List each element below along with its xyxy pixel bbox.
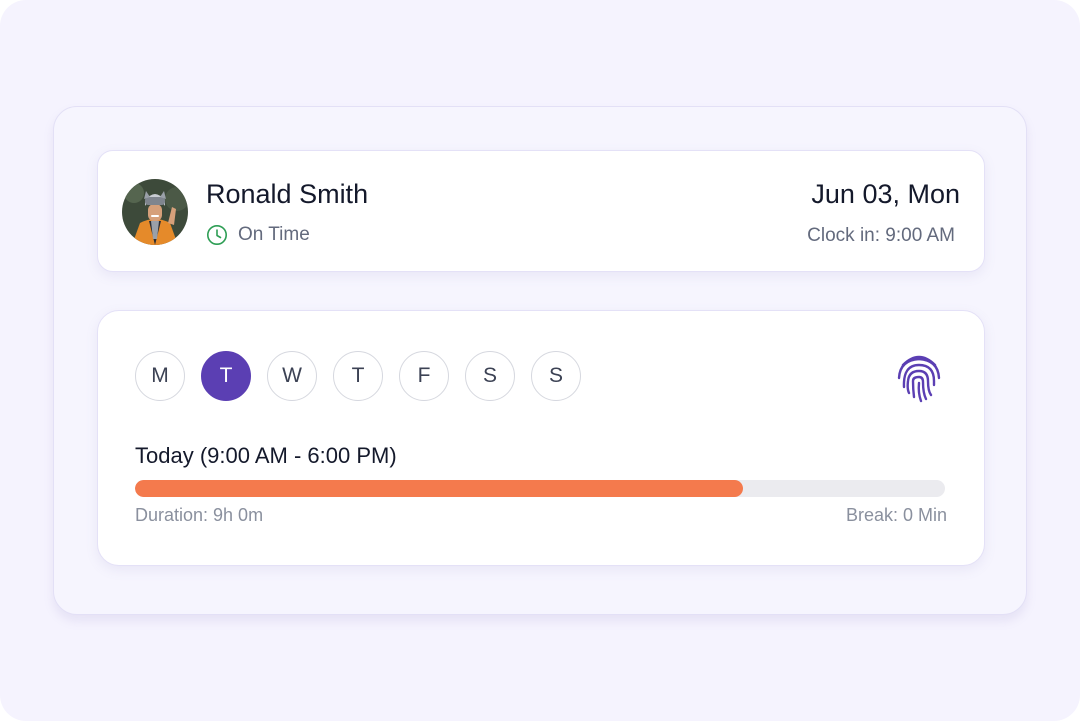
shift-progress-bar — [135, 480, 945, 497]
day-thursday[interactable]: T — [333, 351, 383, 401]
day-tuesday[interactable]: T — [201, 351, 251, 401]
schedule-card: M T W T F S S Today (9:00 AM - 6:00 PM) … — [97, 310, 985, 566]
avatar — [122, 179, 188, 245]
day-monday[interactable]: M — [135, 351, 185, 401]
status-row: On Time — [206, 224, 310, 246]
clock-icon — [206, 224, 228, 246]
shift-progress-fill — [135, 480, 743, 497]
day-friday[interactable]: F — [399, 351, 449, 401]
day-saturday[interactable]: S — [465, 351, 515, 401]
fingerprint-icon[interactable] — [893, 351, 945, 403]
break-label: Break: 0 Min — [845, 505, 947, 525]
clock-in-time: Clock in: 9:00 AM — [807, 225, 955, 246]
weekday-selector: M T W T F S S — [135, 351, 597, 401]
today-shift-label: Today (9:00 AM - 6:00 PM) — [135, 443, 397, 468]
day-wednesday[interactable]: W — [267, 351, 317, 401]
day-sunday[interactable]: S — [531, 351, 581, 401]
user-name: Ronald Smith — [206, 179, 369, 209]
current-date: Jun 03, Mon — [811, 179, 960, 209]
profile-card: Ronald Smith On Time Jun 03, Mon Clock i… — [97, 150, 985, 272]
status-label: On Time — [238, 224, 310, 245]
duration-label: Duration: 9h 0m — [135, 505, 264, 525]
